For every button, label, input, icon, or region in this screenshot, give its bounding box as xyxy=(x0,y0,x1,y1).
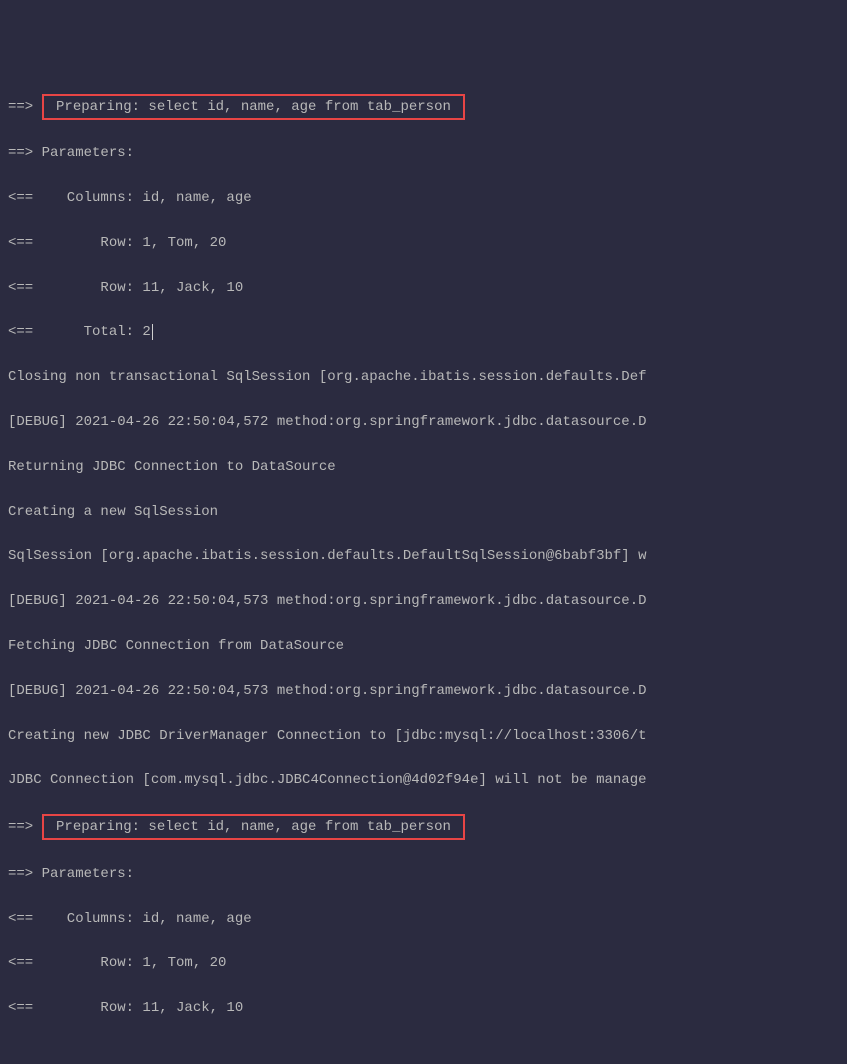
log-line: Creating new JDBC DriverManager Connecti… xyxy=(8,725,839,747)
log-line: <== Columns: id, name, age xyxy=(8,187,839,209)
log-line: Creating a new SqlSession xyxy=(8,501,839,523)
log-line: [DEBUG] 2021-04-26 22:50:04,573 method:o… xyxy=(8,680,839,702)
text-cursor xyxy=(152,324,153,340)
highlighted-sql-query: Preparing: select id, name, age from tab… xyxy=(42,94,466,120)
log-line: <== Row: 11, Jack, 10 xyxy=(8,997,839,1019)
log-line: ==> Preparing: select id, name, age from… xyxy=(8,814,839,840)
log-line: Closing non transactional SqlSession [or… xyxy=(8,366,839,388)
log-line: <== Row: 1, Tom, 20 xyxy=(8,952,839,974)
log-line: SqlSession [org.apache.ibatis.session.de… xyxy=(8,545,839,567)
log-prefix: ==> xyxy=(8,99,42,115)
log-line: ==> Parameters: xyxy=(8,863,839,885)
log-line: Returning JDBC Connection to DataSource xyxy=(8,456,839,478)
log-line: <== Total: 2 xyxy=(8,321,839,343)
log-line: Fetching JDBC Connection from DataSource xyxy=(8,635,839,657)
log-line: [DEBUG] 2021-04-26 22:50:04,572 method:o… xyxy=(8,411,839,433)
log-line: ==> Preparing: select id, name, age from… xyxy=(8,94,839,120)
log-line: <== Columns: id, name, age xyxy=(8,908,839,930)
log-text: <== Total: 2 xyxy=(8,324,151,340)
highlighted-sql-query: Preparing: select id, name, age from tab… xyxy=(42,814,466,840)
log-line: JDBC Connection [com.mysql.jdbc.JDBC4Con… xyxy=(8,769,839,791)
log-line: [DEBUG] 2021-04-26 22:50:04,573 method:o… xyxy=(8,590,839,612)
log-line: ==> Parameters: xyxy=(8,142,839,164)
log-prefix: ==> xyxy=(8,819,42,835)
log-line: <== Row: 1, Tom, 20 xyxy=(8,232,839,254)
log-line: <== Row: 11, Jack, 10 xyxy=(8,277,839,299)
